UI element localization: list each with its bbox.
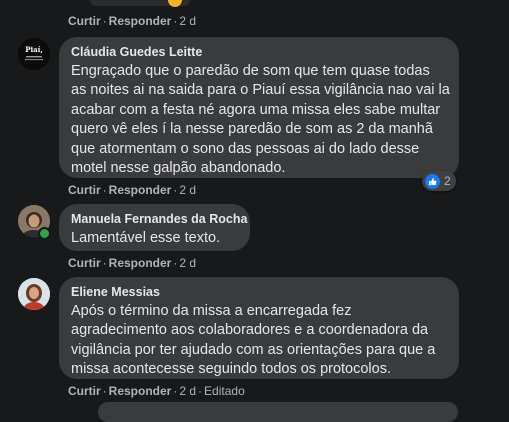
comment-text-line: Após o término da missa a encarregada fe…: [71, 303, 352, 319]
comment-bubble: Cláudia Guedes Leitte Engraçado que o pa…: [59, 37, 459, 178]
comment-text-line: missa acontecesse seguindo todos os prot…: [71, 361, 391, 378]
separator: ·: [102, 256, 107, 270]
next-comment-bubble-edge: [98, 402, 458, 422]
avatar[interactable]: [18, 278, 50, 310]
timestamp-link[interactable]: 2 d: [179, 183, 196, 197]
comment-text-line: motel nesse galpão abandonado.: [71, 160, 286, 177]
reply-link[interactable]: Responder: [109, 256, 172, 270]
comment-text-line: quero vê eles í la nesse paredão de som …: [71, 121, 433, 138]
timestamp-link[interactable]: 2 d: [179, 256, 196, 270]
like-link[interactable]: Curtir: [68, 14, 101, 28]
like-link[interactable]: Curtir: [68, 183, 101, 197]
reply-link[interactable]: Responder: [109, 183, 172, 197]
comment-author[interactable]: Cláudia Guedes Leitte: [71, 45, 447, 60]
comment-text-line: vigilância por ter ajudado com as orient…: [71, 341, 436, 358]
comment-text-line: que atormentam o sono das pessoas ai do …: [71, 140, 420, 157]
comment-bubble: Manuela Fernandes da Rocha Lamentável es…: [59, 204, 250, 251]
online-status-dot: [38, 227, 51, 240]
reply-link[interactable]: Responder: [109, 384, 172, 398]
comment-actions: Curtir · Responder · 2 d: [68, 183, 196, 197]
like-link[interactable]: Curtir: [68, 384, 101, 398]
comment-actions: Curtir · Responder · 2 d · Editado: [68, 384, 245, 398]
separator: ·: [102, 183, 107, 197]
avatar-image: Piaí,: [18, 38, 50, 70]
comment-text: Engraçado que o paredão de som que tem q…: [71, 62, 450, 178]
separator: ·: [102, 14, 107, 28]
timestamp-link[interactable]: 2 d: [179, 14, 196, 28]
edited-label[interactable]: Editado: [204, 384, 245, 398]
comment-bubble: Eliene Messias Após o término da missa a…: [59, 277, 459, 379]
comment-actions: Curtir · Responder · 2 d: [68, 256, 196, 270]
avatar-logo-text: Piaí,: [25, 45, 43, 54]
comment-text-line: acabar com a festa né agora uma missa el…: [71, 101, 441, 118]
avatar-image: [18, 278, 50, 310]
comment-text-line: as noites ai na saida para o Piauí essa …: [71, 82, 450, 99]
timestamp-link[interactable]: 2 d: [179, 384, 196, 398]
comment-author[interactable]: Manuela Fernandes da Rocha: [71, 212, 247, 227]
reaction-count: 2: [444, 174, 451, 188]
reply-link[interactable]: Responder: [109, 14, 172, 28]
comment-text: Após o término da missa a encarregada fe…: [71, 302, 447, 380]
comment-text-line: Lamentável esse texto.: [71, 230, 221, 246]
separator: ·: [198, 384, 203, 398]
comment-text-line: Engraçado que o paredão de som que tem q…: [71, 63, 430, 79]
comment-text-line: agradecimento aos colaboradores e a coor…: [71, 322, 429, 339]
comment-text: Lamentável esse texto.: [71, 229, 238, 248]
reaction-summary[interactable]: 2: [422, 171, 456, 191]
separator: ·: [102, 384, 107, 398]
previous-comment-actions: Curtir · Responder · 2 d: [68, 14, 196, 28]
avatar[interactable]: Piaí,: [18, 38, 50, 70]
like-link[interactable]: Curtir: [68, 256, 101, 270]
comment-author[interactable]: Eliene Messias: [71, 285, 447, 300]
like-icon: [425, 173, 440, 189]
